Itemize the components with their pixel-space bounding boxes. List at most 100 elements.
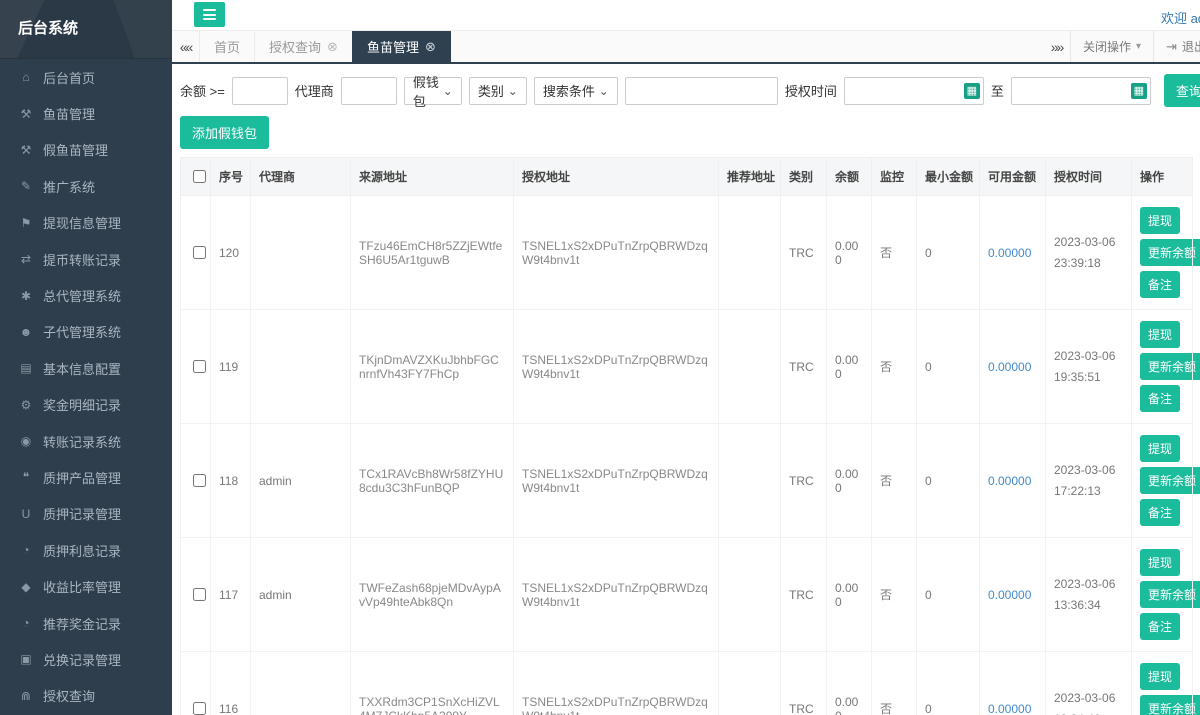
withdraw-button[interactable]: 提现 [1140, 321, 1180, 348]
search-keyword-input[interactable] [625, 77, 778, 105]
row-checkbox[interactable] [193, 474, 206, 487]
sidebar-item-推广系统[interactable]: ✎推广系统 [0, 168, 172, 204]
wrench-icon: ⚒ [18, 107, 34, 121]
cell-seq: 118 [211, 424, 251, 538]
update-balance-button[interactable]: 更新余额 [1140, 467, 1200, 494]
select-all-checkbox[interactable] [193, 170, 206, 183]
welcome-text: 欢迎 admin [1161, 8, 1200, 27]
row-checkbox[interactable] [193, 588, 206, 601]
sidebar-item-子代管理系统[interactable]: ☻子代管理系统 [0, 314, 172, 350]
auth-time-filter-label: 授权时间 [785, 81, 837, 100]
remark-button[interactable]: 备注 [1140, 499, 1180, 526]
logout-icon: ⇥ [1166, 39, 1177, 55]
tab-首页[interactable]: 首页 [199, 31, 254, 62]
withdraw-button[interactable]: 提现 [1140, 207, 1180, 234]
sidebar-item-假鱼苗管理[interactable]: ⚒假鱼苗管理 [0, 132, 172, 168]
query-button[interactable]: 查询 [1164, 74, 1200, 107]
auth-time-start-input[interactable] [844, 77, 984, 105]
tab-label: 首页 [214, 37, 240, 56]
tab-close-icon[interactable]: ⊗ [327, 39, 338, 55]
tab-授权查询[interactable]: 授权查询⊗ [254, 31, 352, 62]
sidebar-item-授权查询[interactable]: ⋒授权查询 [0, 678, 172, 714]
cell-balance: 0.000 [827, 196, 872, 310]
file-icon: ▤ [18, 361, 34, 375]
comment-icon: ❝ [18, 470, 34, 484]
update-balance-button[interactable]: 更新余额 [1140, 239, 1200, 266]
cell-min-amount: 0 [917, 424, 980, 538]
sidebar-item-后台首页[interactable]: ⌂后台首页 [0, 59, 172, 95]
tab-鱼苗管理[interactable]: 鱼苗管理⊗ [352, 31, 451, 62]
available-amount-link[interactable]: 0.00000 [988, 702, 1031, 715]
sidebar-item-质押产品管理[interactable]: ❝质押产品管理 [0, 459, 172, 495]
available-amount-link[interactable]: 0.00000 [988, 246, 1031, 260]
sidebar-item-质押利息记录[interactable]: ◔质押利息记录 [0, 532, 172, 568]
sidebar-item-奖金明细记录[interactable]: ⚙奖金明细记录 [0, 387, 172, 423]
save-icon: ▣ [18, 652, 34, 666]
cell-source-address: TWFeZash68pjeMDvAypAvVp49hteAbk8Qn [351, 538, 514, 652]
cell-actions: 提现更新余额备注 [1132, 652, 1193, 715]
sidebar-item-兑换记录管理[interactable]: ▣兑换记录管理 [0, 641, 172, 677]
row-checkbox[interactable] [193, 246, 206, 259]
sidebar-item-label: 推荐奖金记录 [43, 614, 121, 633]
sidebar-item-转账记录系统[interactable]: ◉转账记录系统 [0, 423, 172, 459]
cell-category: TRC [781, 538, 827, 652]
add-fake-wallet-button[interactable]: 添加假钱包 [180, 116, 269, 149]
update-balance-button[interactable]: 更新余额 [1140, 695, 1200, 715]
remark-button[interactable]: 备注 [1140, 613, 1180, 640]
auth-time-end-input[interactable] [1011, 77, 1151, 105]
cell-auth-address: TSNEL1xS2xDPuTnZrpQBRWDzqW9t4bnv1t [514, 310, 719, 424]
scroll-tabs-left-button[interactable]: «« [172, 31, 199, 62]
column-header-来源地址: 来源地址 [351, 158, 514, 196]
edit-icon: ✎ [18, 179, 34, 193]
binoculars-icon: ⋒ [18, 689, 34, 703]
withdraw-button[interactable]: 提现 [1140, 435, 1180, 462]
sidebar-item-label: 基本信息配置 [43, 359, 121, 378]
sidebar-item-基本信息配置[interactable]: ▤ 基本信息配置 [0, 350, 172, 386]
column-header-代理商: 代理商 [251, 158, 351, 196]
balance-input[interactable] [232, 77, 288, 105]
cell-min-amount: 0 [917, 538, 980, 652]
cell-available-amount: 0.00000 [980, 310, 1046, 424]
tab-close-icon[interactable]: ⊗ [425, 39, 436, 55]
sidebar-item-总代管理系统[interactable]: ✱总代管理系统 [0, 277, 172, 313]
update-balance-button[interactable]: 更新余额 [1140, 581, 1200, 608]
withdraw-button[interactable]: 提现 [1140, 549, 1180, 576]
logout-button[interactable]: ⇥ 退出 [1153, 31, 1200, 62]
available-amount-link[interactable]: 0.00000 [988, 360, 1031, 374]
auth-time-end-field: ▦ [1011, 77, 1151, 105]
shield-icon: ◆ [18, 580, 34, 594]
calendar-icon[interactable]: ▦ [964, 83, 980, 99]
search-condition-select[interactable]: 搜索条件 ⌄ [534, 77, 618, 105]
app-title: 后台系统 [0, 0, 172, 59]
cell-select [181, 196, 211, 310]
filter-row-2: 添加假钱包 [180, 116, 1192, 149]
fake-wallet-select[interactable]: 假钱包 ⌄ [404, 77, 462, 105]
row-checkbox[interactable] [193, 702, 206, 715]
close-operations-dropdown[interactable]: 关闭操作 ▾ [1070, 31, 1153, 62]
sidebar-item-提币转账记录[interactable]: ⇄提币转账记录 [0, 241, 172, 277]
row-checkbox[interactable] [193, 360, 206, 373]
withdraw-button[interactable]: 提现 [1140, 663, 1180, 690]
remark-button[interactable]: 备注 [1140, 271, 1180, 298]
cell-category: TRC [781, 424, 827, 538]
category-select[interactable]: 类别 ⌄ [469, 77, 527, 105]
scroll-tabs-right-button[interactable]: »» [1043, 31, 1070, 62]
cell-min-amount: 0 [917, 196, 980, 310]
agent-input[interactable] [341, 77, 397, 105]
sidebar-item-鱼苗管理[interactable]: ⚒鱼苗管理 [0, 95, 172, 131]
cell-min-amount: 0 [917, 310, 980, 424]
menu-toggle-button[interactable] [194, 2, 225, 27]
sidebar-item-收益比率管理[interactable]: ◆收益比率管理 [0, 568, 172, 604]
calendar-icon[interactable]: ▦ [1131, 83, 1147, 99]
remark-button[interactable]: 备注 [1140, 385, 1180, 412]
update-balance-button[interactable]: 更新余额 [1140, 353, 1200, 380]
cell-source-address: TFzu46EmCH8r5ZZjEWtfeSH6U5Ar1tguwB [351, 196, 514, 310]
cell-available-amount: 0.00000 [980, 424, 1046, 538]
available-amount-link[interactable]: 0.00000 [988, 588, 1031, 602]
sidebar-item-推荐奖金记录[interactable]: ◔推荐奖金记录 [0, 605, 172, 641]
cell-referral-address [719, 196, 781, 310]
sidebar-item-提现信息管理[interactable]: ⚑提现信息管理 [0, 205, 172, 241]
cell-available-amount: 0.00000 [980, 652, 1046, 715]
available-amount-link[interactable]: 0.00000 [988, 474, 1031, 488]
sidebar-item-质押记录管理[interactable]: U质押记录管理 [0, 496, 172, 532]
